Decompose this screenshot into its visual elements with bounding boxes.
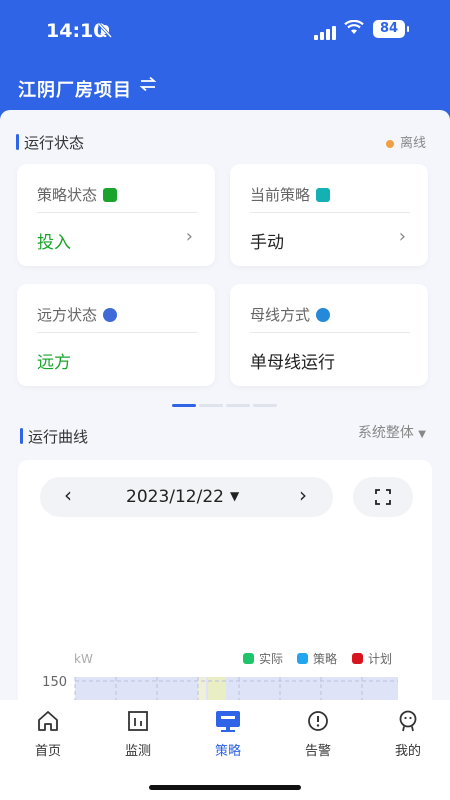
- tab-strategy[interactable]: 策略: [188, 708, 268, 759]
- divider: [250, 332, 410, 333]
- card-pager: [172, 404, 277, 407]
- tab-alarm[interactable]: 告警: [278, 708, 358, 759]
- tab-label: 策略: [214, 744, 241, 759]
- mute-bell-icon: [97, 22, 113, 42]
- tab-label: 监测: [124, 744, 151, 759]
- card-value: 手动: [250, 233, 284, 253]
- connection-status: 离线: [385, 132, 426, 151]
- scope-select-label: 系统整体: [357, 425, 414, 441]
- card-label: 当前策略: [250, 186, 311, 204]
- divider: [37, 332, 197, 333]
- switch-project-icon[interactable]: [139, 74, 157, 98]
- profile-icon: [368, 708, 448, 734]
- cellular-signal-icon: [314, 24, 336, 40]
- curve-card: ‹ 2023/12/22 ▼ › 15010050kW实际策略计划: [18, 460, 432, 710]
- status-bar: 14:10 84: [0, 14, 450, 50]
- pager-dot: [226, 404, 250, 407]
- legend-label: 计划: [368, 652, 392, 666]
- app-header: 14:10 84 江阴厂房项目: [0, 0, 450, 120]
- card-value: 单母线运行: [250, 353, 335, 373]
- remote-status-card: 远方状态 远方: [17, 284, 215, 386]
- chevron-right-icon: ›: [398, 226, 406, 247]
- legend-swatch: [243, 653, 254, 664]
- tab-profile[interactable]: 我的: [368, 708, 448, 759]
- card-label: 母线方式: [250, 306, 311, 324]
- caret-down-icon: ▼: [418, 429, 426, 440]
- current-strategy-icon: [316, 188, 331, 202]
- project-title[interactable]: 江阴厂房项目: [18, 76, 132, 102]
- tab-label: 告警: [304, 744, 331, 759]
- legend-swatch: [297, 653, 308, 664]
- legend-swatch: [352, 653, 363, 664]
- scope-select[interactable]: 系统整体 ▼: [358, 422, 426, 442]
- tab-home[interactable]: 首页: [8, 708, 88, 759]
- chevron-right-icon: ›: [185, 226, 193, 247]
- legend-label: 实际: [259, 651, 283, 666]
- home-icon: [8, 708, 88, 734]
- remote-status-icon: [103, 308, 118, 322]
- strategy-status-icon: [103, 188, 118, 202]
- card-value: 投入: [37, 233, 71, 253]
- card-label: 策略状态: [37, 186, 98, 204]
- pager-dot: [199, 404, 223, 407]
- pager-dot: [172, 404, 196, 407]
- offline-dot-icon: [385, 139, 394, 148]
- bus-mode-card: 母线方式 单母线运行: [230, 284, 428, 386]
- monitor-icon: [98, 708, 178, 734]
- y-axis-unit: kW: [74, 652, 93, 666]
- wifi-icon: [344, 19, 364, 41]
- divider: [37, 212, 197, 213]
- card-value: 远方: [37, 353, 71, 373]
- y-tick-label: 150: [42, 675, 67, 690]
- bus-mode-icon: [316, 308, 331, 322]
- tab-label: 首页: [34, 744, 61, 759]
- running-curve-title: 运行曲线: [20, 426, 88, 447]
- main-content: 运行状态 离线 策略状态 投入 › 当前策略 手动 › 远方状态 远方 母线方式…: [0, 110, 450, 710]
- pager-dot: [253, 404, 277, 407]
- running-curve-chart: 15010050kW实际策略计划: [42, 651, 398, 710]
- alarm-icon: [278, 708, 358, 734]
- running-status-title: 运行状态: [16, 132, 84, 153]
- strategy-status-card[interactable]: 策略状态 投入 ›: [17, 164, 215, 266]
- tab-monitor[interactable]: 监测: [98, 708, 178, 759]
- home-indicator: [149, 785, 301, 790]
- strategy-icon: [188, 708, 268, 734]
- card-label: 远方状态: [37, 306, 98, 324]
- tab-label: 我的: [394, 744, 421, 759]
- current-strategy-card[interactable]: 当前策略 手动 ›: [230, 164, 428, 266]
- connection-status-label: 离线: [399, 136, 426, 151]
- legend-label: 策略: [313, 651, 337, 666]
- divider: [250, 212, 410, 213]
- battery-indicator: 84: [373, 20, 409, 38]
